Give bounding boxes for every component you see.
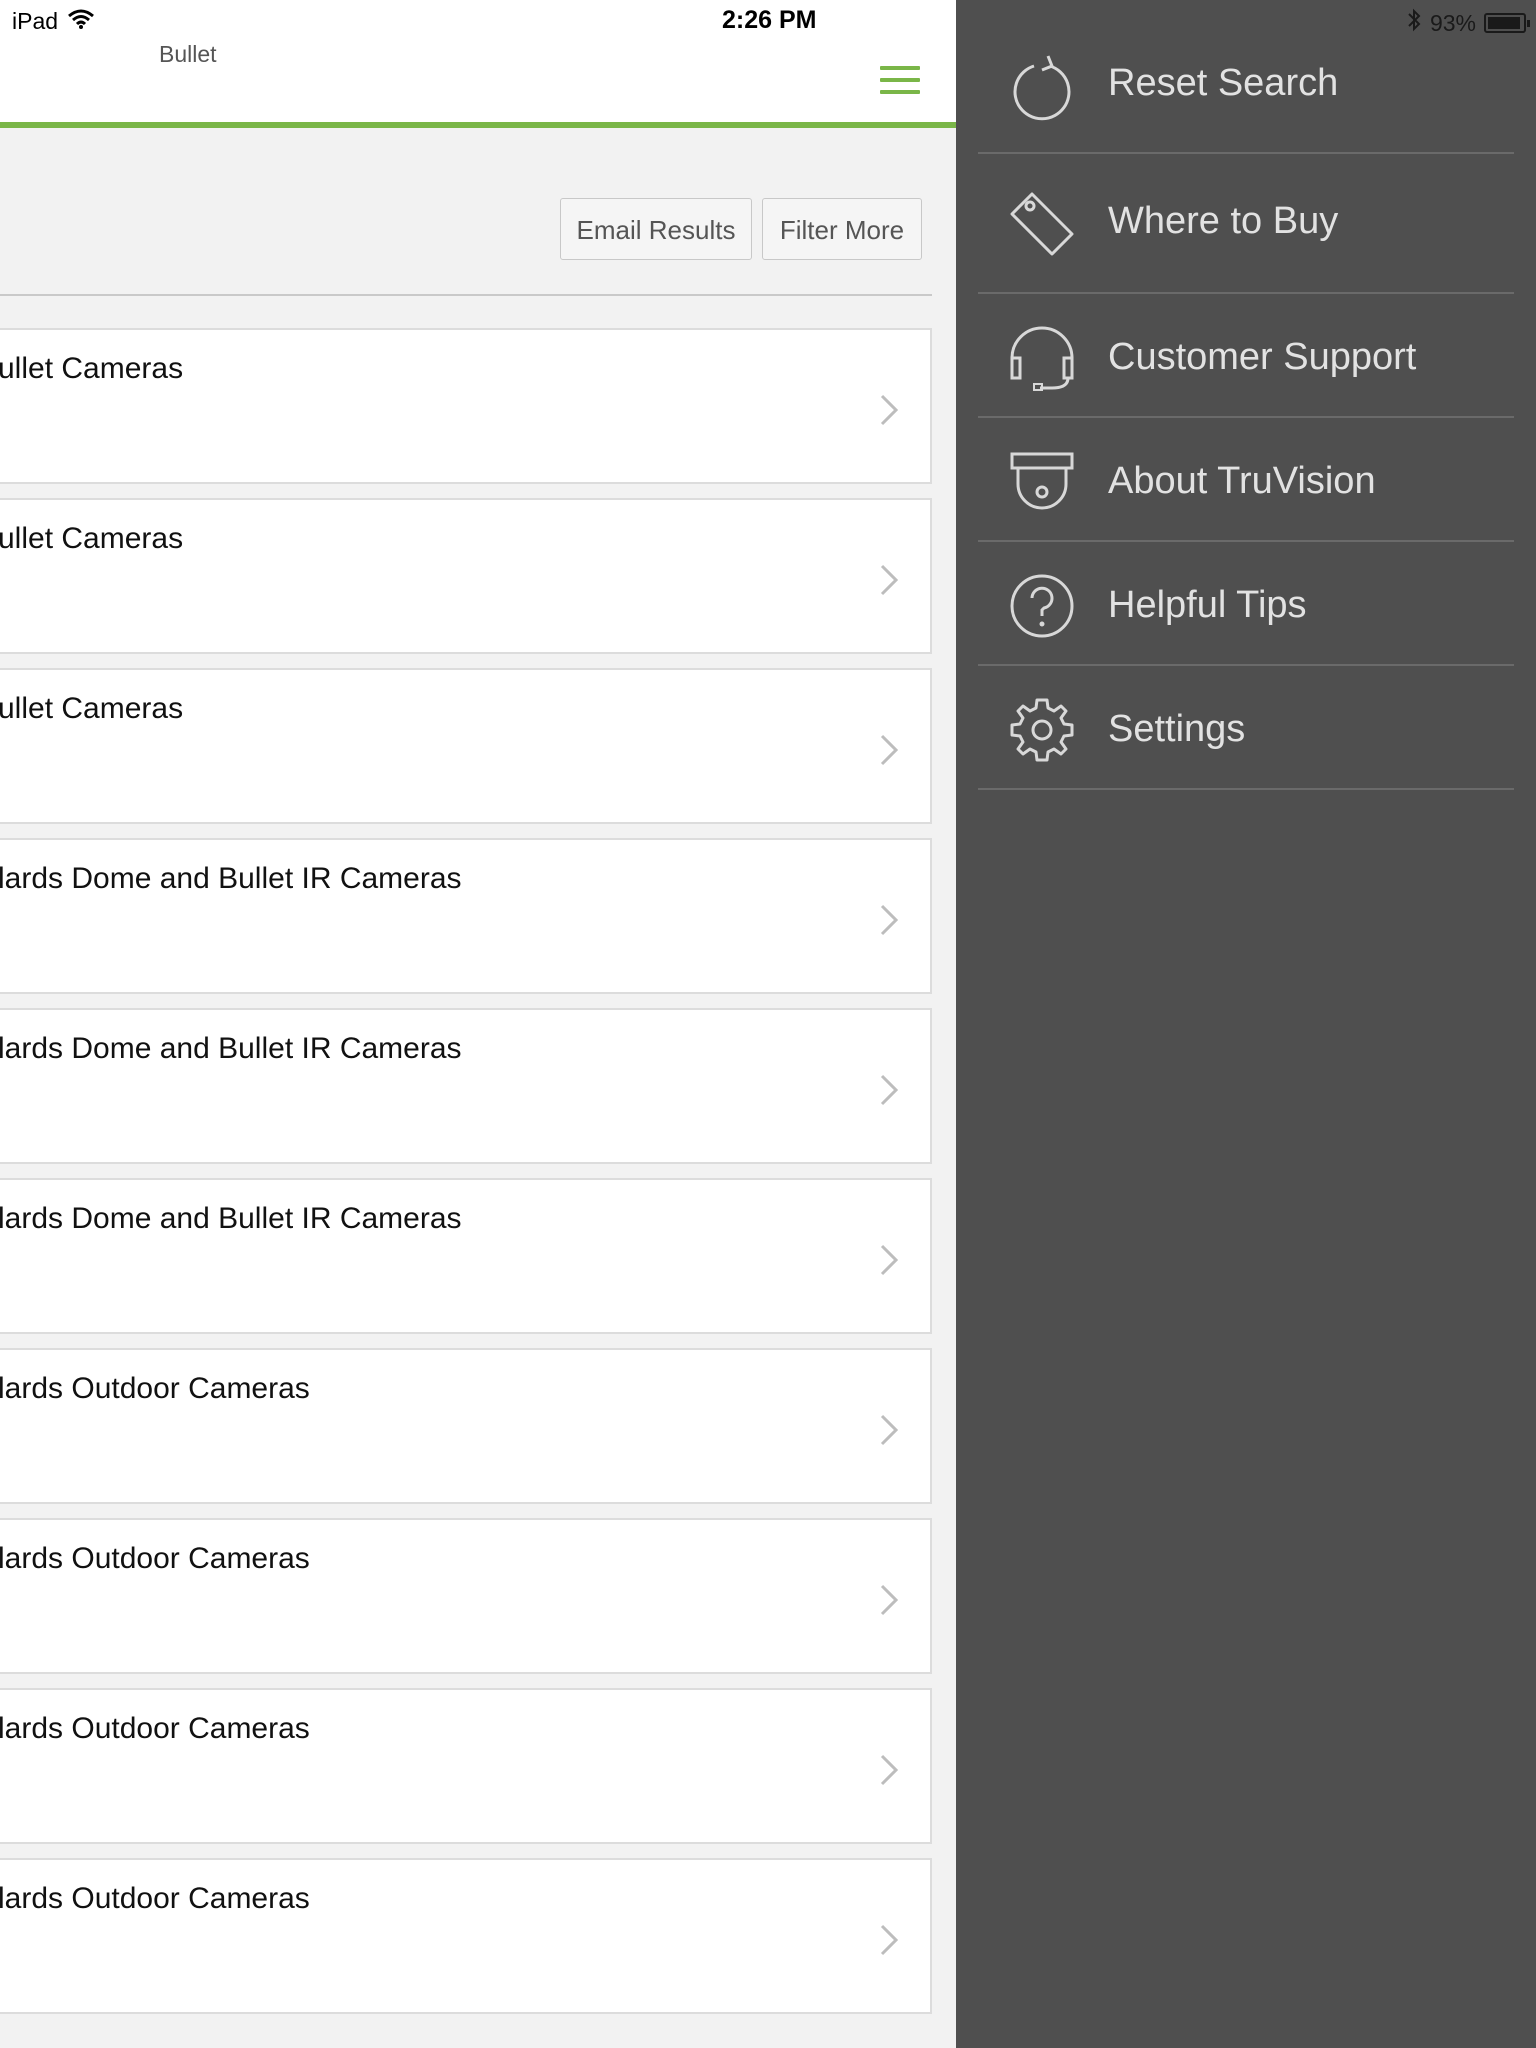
result-title: ullet Cameras xyxy=(0,352,184,385)
divider xyxy=(0,294,932,296)
menu-label: Helpful Tips xyxy=(1108,584,1307,626)
nav-bar: iPad 2:26 PM Bullet xyxy=(0,0,956,128)
menu-item-customer-support[interactable]: Customer Support xyxy=(978,294,1514,418)
chevron-right-icon xyxy=(880,904,899,936)
result-row[interactable]: lards Dome and Bullet IR Cameras xyxy=(0,838,932,994)
hamburger-menu-button[interactable] xyxy=(880,66,926,102)
menu-item-settings[interactable]: Settings xyxy=(978,666,1514,790)
result-title: ullet Cameras xyxy=(0,522,184,555)
menu-label: About TruVision xyxy=(1108,460,1376,502)
question-icon xyxy=(1010,574,1074,638)
result-title: lards Dome and Bullet IR Cameras xyxy=(0,862,462,895)
menu-item-reset-search[interactable]: Reset Search xyxy=(978,20,1514,154)
chevron-right-icon xyxy=(880,1414,899,1446)
chevron-right-icon xyxy=(880,1924,899,1956)
result-row[interactable]: ullet Cameras xyxy=(0,328,932,484)
result-title: lards Outdoor Cameras xyxy=(0,1882,310,1915)
hamburger-icon xyxy=(880,66,920,70)
result-title: lards Outdoor Cameras xyxy=(0,1542,310,1575)
menu-label: Settings xyxy=(1108,708,1246,750)
wifi-icon xyxy=(68,8,95,35)
page-title: Bullet xyxy=(159,41,217,67)
menu-item-where-to-buy[interactable]: Where to Buy xyxy=(978,154,1514,294)
menu-label: Customer Support xyxy=(1108,336,1417,378)
result-title: lards Outdoor Cameras xyxy=(0,1372,310,1405)
result-row[interactable]: lards Outdoor Cameras xyxy=(0,1858,932,2014)
result-title: ullet Cameras xyxy=(0,692,184,725)
filter-more-button[interactable]: Filter More xyxy=(762,198,922,260)
side-drawer: 93% Reset Search Where to Buy Customer S… xyxy=(956,0,1536,2048)
tag-icon xyxy=(1010,192,1074,256)
status-time: 2:26 PM xyxy=(722,6,817,34)
chevron-right-icon xyxy=(880,1754,899,1786)
chevron-right-icon xyxy=(880,1584,899,1616)
result-row[interactable]: lards Outdoor Cameras xyxy=(0,1688,932,1844)
menu-label: Reset Search xyxy=(1108,62,1339,104)
menu-item-about-truvision[interactable]: About TruVision xyxy=(978,418,1514,542)
chevron-right-icon xyxy=(880,734,899,766)
result-title: lards Dome and Bullet IR Cameras xyxy=(0,1202,462,1235)
refresh-icon xyxy=(1013,55,1071,121)
email-results-button[interactable]: Email Results xyxy=(560,198,752,260)
result-row[interactable]: ullet Cameras xyxy=(0,498,932,654)
results-panel: iPad 2:26 PM Bullet Email Results Filter… xyxy=(0,0,956,2048)
result-row[interactable]: lards Dome and Bullet IR Cameras xyxy=(0,1178,932,1334)
gear-icon xyxy=(1010,698,1074,762)
result-row[interactable]: lards Dome and Bullet IR Cameras xyxy=(0,1008,932,1164)
dome-camera-icon xyxy=(1010,452,1074,510)
result-title: lards Outdoor Cameras xyxy=(0,1712,310,1745)
status-bar-left: iPad xyxy=(12,8,95,35)
menu-item-helpful-tips[interactable]: Helpful Tips xyxy=(978,542,1514,666)
result-title: lards Dome and Bullet IR Cameras xyxy=(0,1032,462,1065)
chevron-right-icon xyxy=(880,394,899,426)
device-label: iPad xyxy=(12,8,59,34)
result-row[interactable]: lards Outdoor Cameras xyxy=(0,1518,932,1674)
headset-icon xyxy=(1010,326,1074,391)
result-row[interactable]: lards Outdoor Cameras xyxy=(0,1348,932,1504)
chevron-right-icon xyxy=(880,1074,899,1106)
chevron-right-icon xyxy=(880,1244,899,1276)
menu-label: Where to Buy xyxy=(1108,200,1339,242)
chevron-right-icon xyxy=(880,564,899,596)
result-row[interactable]: ullet Cameras xyxy=(0,668,932,824)
